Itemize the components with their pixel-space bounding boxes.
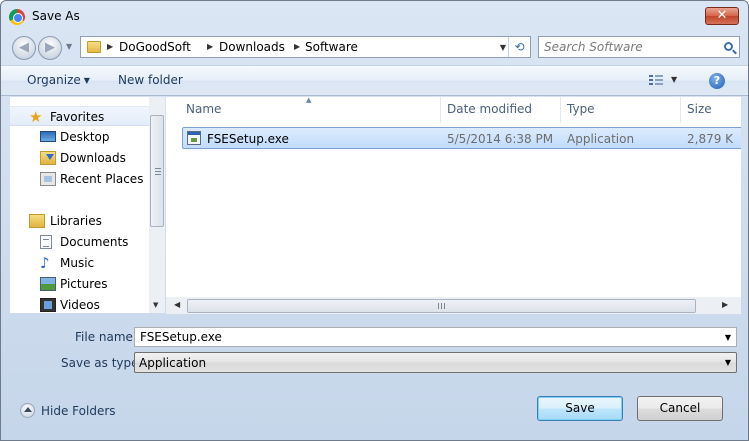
address-bar[interactable]: ▶ DoGoodSoft ▶ Downloads ▶ Software ▼ ⟲ [80, 36, 531, 58]
recent-places-icon [40, 172, 56, 186]
back-button[interactable]: ◀ [12, 36, 36, 60]
save-as-type-value: Application [139, 356, 207, 370]
desktop-icon [40, 131, 56, 142]
scrollbar-thumb[interactable] [150, 115, 164, 227]
sidebar-item-label: Favorites [50, 110, 105, 124]
column-divider[interactable] [680, 97, 681, 123]
search-box[interactable] [538, 36, 740, 58]
star-icon: ★ [29, 108, 43, 126]
sidebar-item-label: Pictures [60, 277, 108, 291]
save-button[interactable]: Save [537, 396, 623, 421]
file-list-horizontal-scrollbar[interactable]: ◀ ▶ [166, 297, 741, 314]
column-header-size[interactable]: Size [687, 102, 712, 116]
file-name-label: File name: [75, 330, 137, 344]
save-as-type-label: Save as type: [61, 356, 143, 370]
chevron-down-icon: ▼ [83, 76, 90, 85]
hide-folders-button[interactable]: Hide Folders [20, 403, 120, 419]
file-date: 5/5/2014 6:38 PM [447, 132, 554, 146]
column-divider[interactable] [440, 97, 441, 123]
forward-button[interactable]: ▶ [38, 36, 62, 60]
column-divider[interactable] [560, 97, 561, 123]
grip-icon [155, 168, 161, 175]
sidebar-item-videos[interactable]: Videos [10, 295, 150, 313]
sidebar-item-label: Videos [60, 298, 100, 312]
chevron-right-icon[interactable]: ▶ [107, 42, 113, 51]
navigation-pane: ★ Favorites Desktop Downloads Recent Pla… [10, 97, 165, 313]
file-name-input[interactable] [138, 329, 708, 345]
sidebar-item-label: Libraries [50, 214, 102, 228]
sidebar-item-label: Documents [60, 235, 129, 249]
cancel-button[interactable]: Cancel [637, 396, 723, 421]
sidebar-item-label: Recent Places [60, 172, 144, 186]
title-bar: Save As ✕ [1, 1, 748, 31]
chevron-down-icon[interactable]: ▼ [725, 333, 731, 342]
organize-button[interactable]: Organize ▼ [27, 73, 90, 87]
organize-label: Organize [27, 73, 81, 87]
chevron-up-icon [20, 403, 35, 418]
toolbar: Organize ▼ New folder ▼ ? [1, 65, 748, 96]
file-type: Application [567, 132, 635, 146]
sidebar-item-favorites[interactable]: ★ Favorites [10, 106, 150, 126]
search-input[interactable] [542, 38, 712, 56]
breadcrumb-item[interactable]: Software [305, 40, 358, 54]
save-as-dialog: Save As ✕ ◀ ▶ ▼ ▶ DoGoodSoft ▶ Downloads… [0, 0, 749, 441]
search-icon[interactable] [724, 42, 733, 51]
folder-icon [87, 41, 101, 53]
file-name: FSESetup.exe [207, 132, 289, 146]
scroll-down-icon[interactable]: ▼ [153, 301, 158, 309]
hide-folders-label: Hide Folders [41, 404, 116, 418]
help-icon[interactable]: ? [709, 73, 725, 89]
videos-icon [40, 298, 56, 312]
music-icon: ♪ [40, 254, 50, 272]
chrome-app-icon [9, 9, 25, 25]
file-list: ▲ Name Date modified Type Size FSESetup.… [166, 97, 741, 313]
sidebar-item-desktop[interactable]: Desktop [10, 127, 150, 147]
chevron-right-icon[interactable]: ▶ [207, 42, 213, 51]
downloads-icon [40, 151, 56, 165]
view-options-dropdown[interactable]: ▼ [671, 75, 677, 84]
scrollbar-thumb[interactable] [187, 299, 696, 313]
scroll-left-icon[interactable]: ◀ [174, 300, 180, 309]
address-dropdown-arrow[interactable]: ▼ [500, 43, 506, 52]
recent-locations-dropdown[interactable]: ▼ [66, 42, 72, 51]
file-name-field[interactable]: ▼ [134, 327, 737, 347]
table-row[interactable]: FSESetup.exe 5/5/2014 6:38 PM Applicatio… [182, 127, 741, 149]
refresh-icon[interactable]: ⟲ [508, 37, 530, 57]
save-as-type-select[interactable]: Application ▼ [134, 352, 737, 373]
close-button[interactable]: ✕ [705, 7, 739, 25]
sidebar-item-downloads[interactable]: Downloads [10, 148, 150, 168]
sidebar-item-music[interactable]: ♪ Music [10, 253, 150, 273]
column-header-date-modified[interactable]: Date modified [447, 102, 532, 116]
new-folder-button[interactable]: New folder [118, 73, 183, 87]
column-header-name[interactable]: Name [186, 102, 221, 116]
sort-ascending-icon: ▲ [306, 97, 312, 104]
column-header-type[interactable]: Type [567, 102, 595, 116]
chevron-down-icon[interactable]: ▼ [725, 358, 731, 367]
breadcrumb-item[interactable]: Downloads [219, 40, 285, 54]
sidebar-item-label: Music [60, 256, 95, 270]
pictures-icon [40, 277, 56, 291]
sidebar-item-recent-places[interactable]: Recent Places [10, 169, 150, 189]
grip-icon [438, 303, 445, 309]
window-title: Save As [32, 9, 80, 23]
documents-icon [40, 235, 52, 249]
chevron-right-icon[interactable]: ▶ [294, 42, 300, 51]
application-icon [187, 131, 201, 145]
sidebar-item-label: Downloads [60, 151, 126, 165]
libraries-icon [29, 214, 45, 228]
change-view-icon[interactable] [649, 75, 663, 86]
breadcrumb-item[interactable]: DoGoodSoft [119, 40, 191, 54]
sidebar-item-documents[interactable]: Documents [10, 232, 150, 252]
sidebar-item-label: Desktop [60, 130, 110, 144]
scroll-right-icon[interactable]: ▶ [722, 300, 728, 309]
navigation-pane-scrollbar[interactable]: ▼ [149, 97, 165, 313]
file-size: 2,879 K [687, 132, 734, 146]
sidebar-item-libraries[interactable]: Libraries [10, 211, 150, 231]
sidebar-item-pictures[interactable]: Pictures [10, 274, 150, 294]
